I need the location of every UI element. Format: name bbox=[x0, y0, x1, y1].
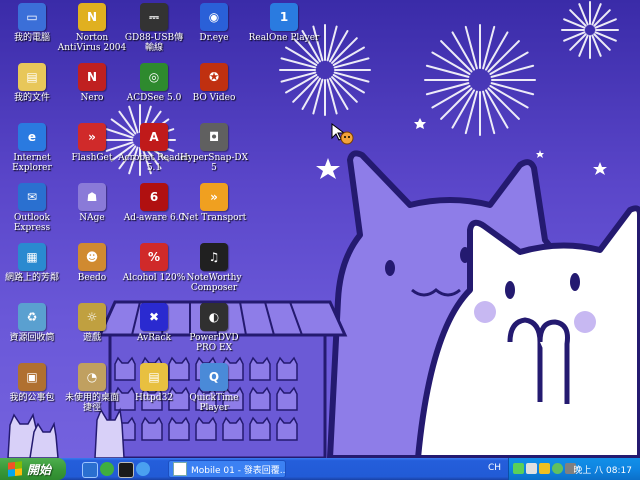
alcohol-120-icon: % bbox=[140, 243, 168, 271]
start-label: 開始 bbox=[27, 462, 52, 477]
desktop-shortcut-label: Internet Explorer bbox=[12, 153, 52, 173]
desktop-shortcut[interactable]: ♫ NoteWorthy Composer bbox=[177, 241, 251, 301]
desktop-shortcut[interactable]: 1 RealOne Player bbox=[247, 1, 321, 61]
recycle-bin-icon: ♻ bbox=[18, 303, 46, 331]
desktop-shortcut-label: PowerDVD PRO EX bbox=[189, 333, 239, 353]
desktop-shortcut-label: AvRack bbox=[136, 333, 172, 343]
briefcase-icon: ▣ bbox=[18, 363, 46, 391]
desktop-shortcut-label: NoteWorthy Composer bbox=[186, 273, 242, 293]
nero-icon: N bbox=[78, 63, 106, 91]
acdsee-icon: ◎ bbox=[140, 63, 168, 91]
taskbar-window-button[interactable]: Mobile 01 - 發表回覆... bbox=[168, 460, 286, 478]
internet-explorer-icon: e bbox=[18, 123, 46, 151]
msn-icon[interactable] bbox=[100, 462, 114, 476]
desktop-shortcut[interactable]: » Net Transport bbox=[177, 181, 251, 241]
usb-cable-icon: ⎓ bbox=[140, 3, 168, 31]
desktop-shortcut[interactable]: Q QuickTime Player bbox=[177, 361, 251, 421]
desktop-shortcut-label: NAge bbox=[79, 213, 105, 223]
desktop-shortcut-label: 遊戲 bbox=[82, 333, 101, 343]
my-documents-icon: ▤ bbox=[18, 63, 46, 91]
messenger-tray-icon[interactable] bbox=[552, 463, 563, 474]
desktop-shortcut-label: Nero bbox=[80, 93, 104, 103]
adaware-icon: 6 bbox=[140, 183, 168, 211]
desktop-shortcut-label: ACDSee 5.0 bbox=[126, 93, 182, 103]
desktop-shortcut-label: GD88-USB傳 輸線 bbox=[124, 33, 184, 53]
desktop-shortcut[interactable]: ◐ PowerDVD PRO EX bbox=[177, 301, 251, 361]
desktop-shortcut-label: Alcohol 120% bbox=[122, 273, 186, 283]
desktop-shortcut[interactable]: ◉ Dr.eye bbox=[177, 1, 251, 61]
taskbar-window-label: Mobile 01 - 發表回覆... bbox=[191, 465, 286, 476]
desktop-shortcut-label: Net Transport bbox=[181, 213, 247, 223]
flashget-icon: » bbox=[78, 123, 106, 151]
desktop-shortcut-label: Ad-aware 6.0 bbox=[123, 213, 185, 223]
powerdvd-icon: ◐ bbox=[200, 303, 228, 331]
norton-antivirus-icon: N bbox=[78, 3, 106, 31]
desktop-shortcut-label: FlashGet bbox=[71, 153, 113, 163]
desktop-shortcut-label: 我的文件 bbox=[13, 93, 50, 103]
desktop-shortcut-label: 資源回收筒 bbox=[9, 333, 55, 343]
network-tray-icon[interactable] bbox=[513, 463, 524, 474]
desktop-shortcut[interactable]: ◘ HyperSnap-DX 5 bbox=[177, 121, 251, 181]
httpd32-icon: ▤ bbox=[140, 363, 168, 391]
desktop-shortcut-label: BO Video bbox=[192, 93, 236, 103]
nage-icon: ☗ bbox=[78, 183, 106, 211]
unused-shortcuts-icon: ◔ bbox=[78, 363, 106, 391]
desktop[interactable]: ▭ 我的電腦 N Norton AntiVirus 2004 ⎓ GD88-USB傳 輸線… bbox=[0, 0, 640, 458]
start-button[interactable]: 開始 bbox=[0, 458, 66, 480]
show-desktop-icon[interactable] bbox=[82, 462, 98, 478]
games-folder-icon: ☼ bbox=[78, 303, 106, 331]
outlook-express-icon: ✉ bbox=[18, 183, 46, 211]
desktop-shortcut-label: Outlook Express bbox=[13, 213, 51, 233]
taskbar: 開始 Mobile 01 - 發表回覆... CH 晚上 八 08:17 bbox=[0, 458, 640, 480]
clock[interactable]: 晚上 八 08:17 bbox=[573, 463, 632, 476]
volume-tray-icon[interactable] bbox=[526, 463, 537, 474]
net-transport-icon: » bbox=[200, 183, 228, 211]
desktop-shortcut-label: Dr.eye bbox=[199, 33, 229, 43]
internet-explorer-icon[interactable] bbox=[136, 462, 150, 476]
browser-window-icon bbox=[173, 462, 187, 476]
desktop-shortcut-label: Httpd32 bbox=[134, 393, 174, 403]
language-indicator[interactable]: CH bbox=[488, 463, 501, 473]
bo-video-icon: ✪ bbox=[200, 63, 228, 91]
desktop-shortcut-label: 我的公事包 bbox=[9, 393, 55, 403]
my-computer-icon: ▭ bbox=[18, 3, 46, 31]
desktop-shortcut-label: Beedo bbox=[77, 273, 107, 283]
avrack-icon: ✖ bbox=[140, 303, 168, 331]
hypersnap-icon: ◘ bbox=[200, 123, 228, 151]
desktop-shortcut-label: 網路上的芳鄰 bbox=[4, 273, 59, 283]
windows-logo-icon bbox=[8, 461, 22, 477]
network-places-icon: ▦ bbox=[18, 243, 46, 271]
desktop-shortcut-label: RealOne Player bbox=[248, 33, 320, 43]
antivirus-tray-icon[interactable] bbox=[539, 463, 550, 474]
system-tray: 晚上 八 08:17 bbox=[508, 458, 640, 480]
desktop-shortcut-label: QuickTime Player bbox=[189, 393, 239, 413]
quicktime-icon: Q bbox=[200, 363, 228, 391]
winamp-icon[interactable] bbox=[118, 462, 134, 478]
desktop-shortcut-label: HyperSnap-DX 5 bbox=[179, 153, 249, 173]
dreye-icon: ◉ bbox=[200, 3, 228, 31]
acrobat-reader-icon: A bbox=[140, 123, 168, 151]
noteworthy-composer-icon: ♫ bbox=[200, 243, 228, 271]
beedo-icon: ☻ bbox=[78, 243, 106, 271]
realone-player-icon: 1 bbox=[270, 3, 298, 31]
desktop-shortcut-label: Norton AntiVirus 2004 bbox=[57, 33, 127, 53]
desktop-shortcut-label: 未使用的桌面 捷徑 bbox=[64, 393, 119, 413]
mouse-cursor-icon bbox=[331, 123, 354, 145]
desktop-shortcut[interactable]: ✪ BO Video bbox=[177, 61, 251, 121]
desktop-shortcut-label: 我的電腦 bbox=[13, 33, 50, 43]
